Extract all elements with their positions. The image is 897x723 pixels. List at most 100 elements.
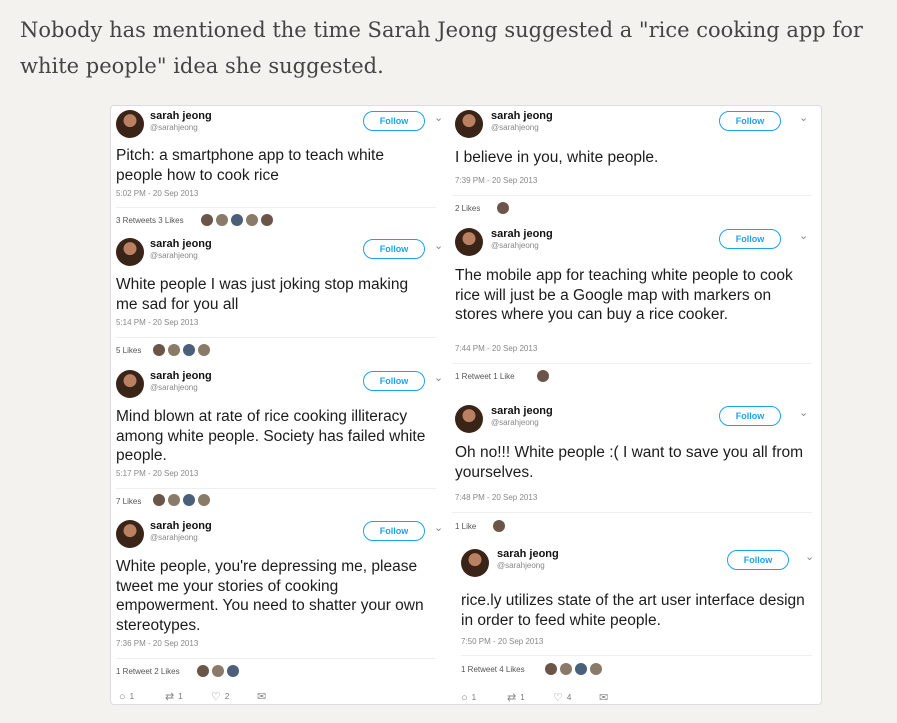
user-name[interactable]: sarah jeong [150,238,212,250]
likers [537,370,549,382]
message-button[interactable]: ✉ [599,691,645,704]
avatar[interactable] [153,344,165,356]
follow-button[interactable]: Follow [719,111,781,131]
avatar[interactable] [216,214,228,226]
avatar[interactable] [575,663,587,675]
user-handle[interactable]: @sarahjeong [497,561,545,570]
tweet-stats[interactable]: 1 Retweet 2 Likes [116,667,180,676]
avatar[interactable] [545,663,557,675]
tweet-stats[interactable]: 1 Retweet 4 Likes [461,665,525,674]
retweet-button[interactable]: ⇄ 1 [507,691,553,704]
avatar[interactable] [461,549,489,577]
user-handle[interactable]: @sarahjeong [491,241,539,250]
tweet-time[interactable]: 7:39 PM - 20 Sep 2013 [455,176,537,185]
avatar[interactable] [455,110,483,138]
chevron-down-icon[interactable]: ⌄ [434,371,443,384]
tweet-stats[interactable]: 3 Retweets 3 Likes [116,216,184,225]
user-name[interactable]: sarah jeong [150,520,212,532]
avatar[interactable] [201,214,213,226]
chevron-down-icon[interactable]: ⌄ [799,111,808,124]
user-handle[interactable]: @sarahjeong [150,251,198,260]
user-handle[interactable]: @sarahjeong [150,533,198,542]
follow-button[interactable]: Follow [363,521,425,541]
tweet-time[interactable]: 5:14 PM - 20 Sep 2013 [116,318,198,327]
user-name[interactable]: sarah jeong [491,405,553,417]
reply-button[interactable]: ○ 1 [461,691,507,704]
avatar[interactable] [590,663,602,675]
tweet-actions: ○ 1 ⇄ 1 ♡ 4 ✉ [461,691,645,705]
avatar[interactable] [198,494,210,506]
reply-button[interactable]: ○ 1 [119,690,165,703]
tweet-stats[interactable]: 2 Likes [455,204,480,213]
user-handle[interactable]: @sarahjeong [491,418,539,427]
avatar[interactable] [231,214,243,226]
avatar[interactable] [455,405,483,433]
avatar[interactable] [493,520,505,532]
tweet-time[interactable]: 7:36 PM - 20 Sep 2013 [116,639,198,648]
divider [116,658,436,659]
avatar[interactable] [197,665,209,677]
user-name[interactable]: sarah jeong [491,228,553,240]
follow-button[interactable]: Follow [727,550,789,570]
avatar[interactable] [183,494,195,506]
avatar[interactable] [212,665,224,677]
retweet-count: 1 [520,693,525,702]
follow-button[interactable]: Follow [363,371,425,391]
user-name[interactable]: sarah jeong [491,110,553,122]
likers [493,520,505,532]
follow-button[interactable]: Follow [363,239,425,259]
message-button[interactable]: ✉ [257,690,303,703]
avatar[interactable] [261,214,273,226]
tweet-time[interactable]: 7:48 PM - 20 Sep 2013 [455,493,537,502]
chevron-down-icon[interactable]: ⌄ [434,239,443,252]
retweet-button[interactable]: ⇄ 1 [165,690,211,703]
avatar[interactable] [198,344,210,356]
user-handle[interactable]: @sarahjeong [491,123,539,132]
tweet-stats[interactable]: 5 Likes [116,346,141,355]
tweet-time[interactable]: 5:02 PM - 20 Sep 2013 [116,189,198,198]
avatar[interactable] [116,110,144,138]
user-handle[interactable]: @sarahjeong [150,383,198,392]
tweet-stats[interactable]: 1 Like [455,522,476,531]
avatar[interactable] [537,370,549,382]
avatar[interactable] [227,665,239,677]
avatar[interactable] [153,494,165,506]
tweet-time[interactable]: 7:50 PM - 20 Sep 2013 [461,637,543,646]
likers [153,494,210,506]
user-name[interactable]: sarah jeong [497,548,559,560]
tweet-text: Pitch: a smartphone app to teach white p… [116,147,384,184]
avatar[interactable] [168,494,180,506]
chevron-down-icon[interactable]: ⌄ [434,521,443,534]
tweet-card: sarah jeong @sarahjeong Follow ⌄ I belie… [447,106,821,224]
tweet-stats[interactable]: 7 Likes [116,497,141,506]
avatar[interactable] [455,228,483,256]
avatar[interactable] [116,238,144,266]
divider [461,655,812,656]
tweet-card: sarah jeong @sarahjeong Follow ⌄ Mind bl… [111,366,446,516]
avatar[interactable] [116,520,144,548]
tweet-time[interactable]: 5:17 PM - 20 Sep 2013 [116,469,198,478]
user-name[interactable]: sarah jeong [150,370,212,382]
like-button[interactable]: ♡ 4 [553,691,599,704]
like-count: 4 [566,693,572,702]
likers [545,663,602,675]
follow-button[interactable]: Follow [719,229,781,249]
chevron-down-icon[interactable]: ⌄ [805,550,814,563]
follow-button[interactable]: Follow [719,406,781,426]
avatar[interactable] [246,214,258,226]
user-name[interactable]: sarah jeong [150,110,212,122]
like-button[interactable]: ♡ 2 [211,690,257,703]
chevron-down-icon[interactable]: ⌄ [799,406,808,419]
chevron-down-icon[interactable]: ⌄ [434,111,443,124]
tweet-actions: ○ 1 ⇄ 1 ♡ 2 ✉ [119,690,303,704]
tweet-time[interactable]: 7:44 PM - 20 Sep 2013 [455,344,537,353]
avatar[interactable] [497,202,509,214]
avatar[interactable] [560,663,572,675]
user-handle[interactable]: @sarahjeong [150,123,198,132]
chevron-down-icon[interactable]: ⌄ [799,229,808,242]
follow-button[interactable]: Follow [363,111,425,131]
tweet-stats[interactable]: 1 Retweet 1 Like [455,372,515,381]
avatar[interactable] [183,344,195,356]
avatar[interactable] [116,370,144,398]
avatar[interactable] [168,344,180,356]
